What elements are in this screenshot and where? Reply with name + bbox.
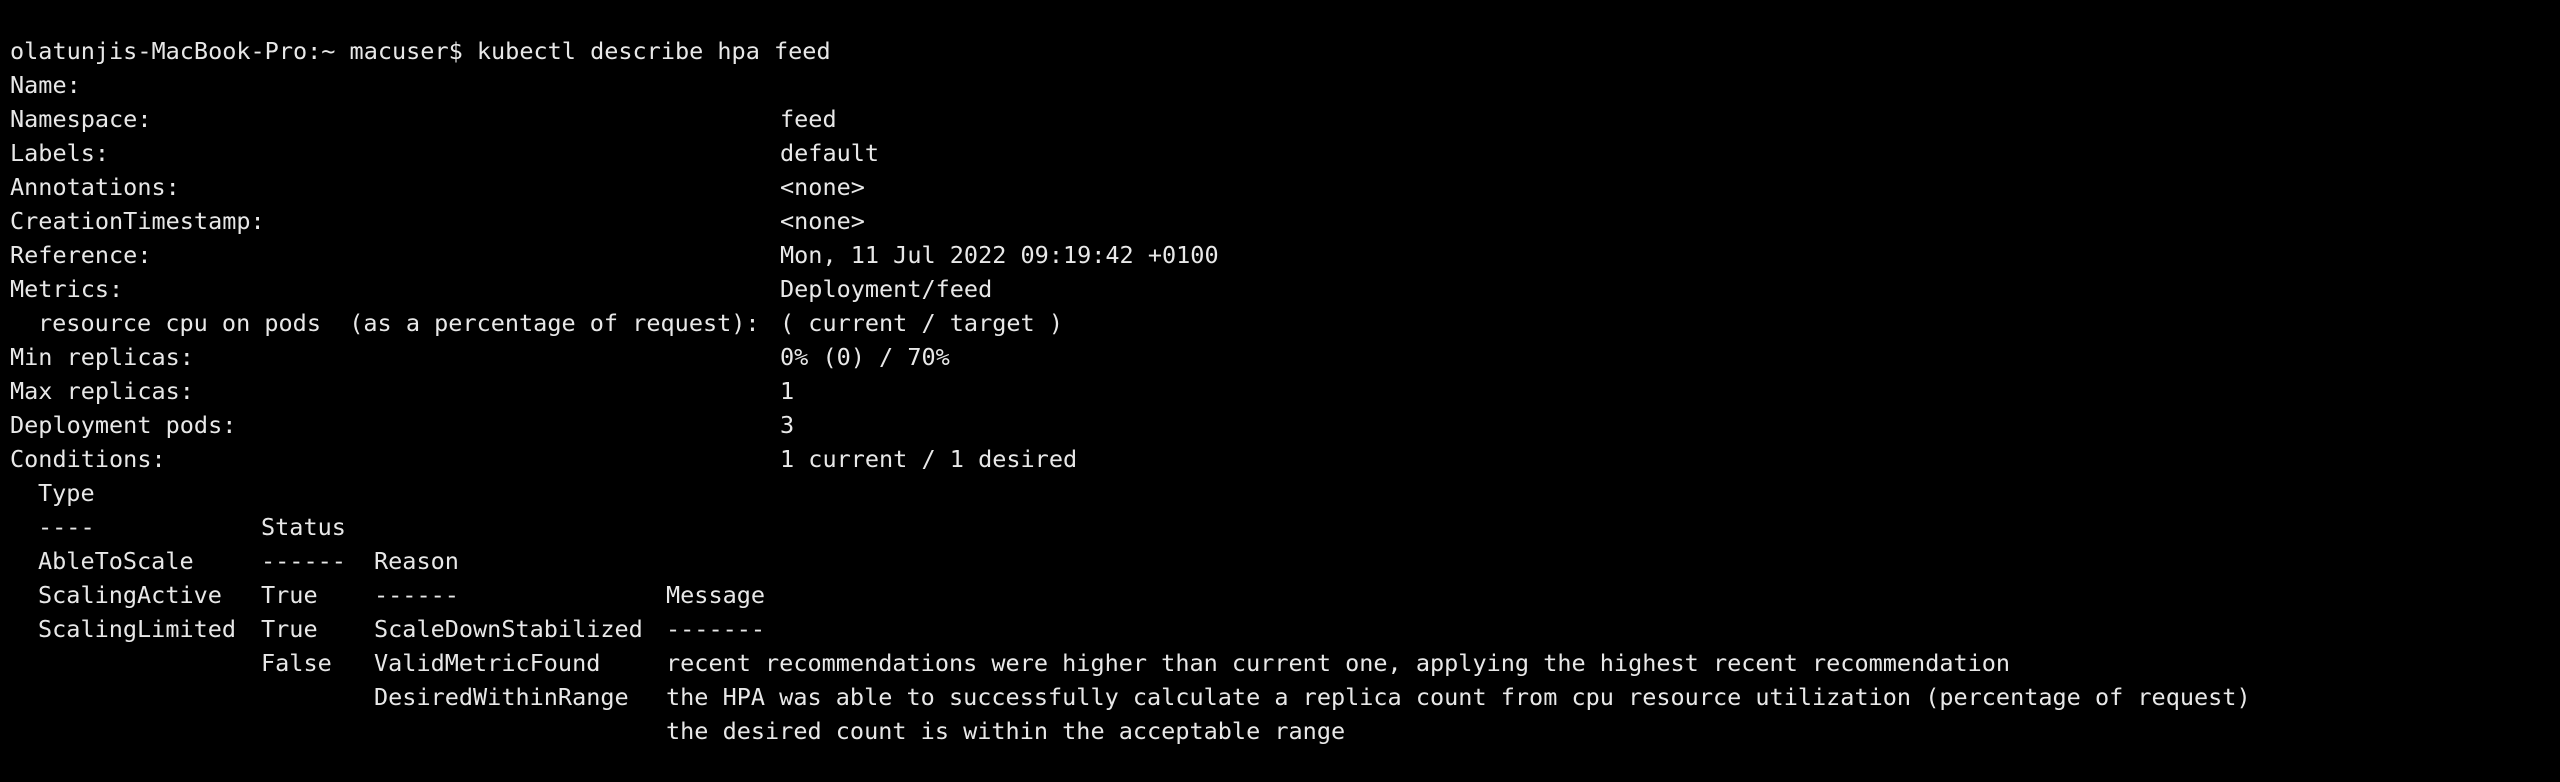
- field-row-metrics: Metrics: ( current / target ): [10, 238, 2550, 337]
- field-row-resource-cpu: resource cpu on pods (as a percentage of…: [10, 272, 2550, 371]
- condition-reason: ValidMetricFound: [374, 649, 601, 677]
- condition-row: ScalingActive True ValidMetricFound the …: [10, 544, 2550, 711]
- condition-status: True: [261, 615, 318, 643]
- condition-reason: DesiredWithinRange: [374, 683, 629, 711]
- field-row-namespace: Namespace: default: [10, 68, 2550, 167]
- field-row-creation-timestamp: CreationTimestamp: Mon, 11 Jul 2022 09:1…: [10, 170, 2550, 269]
- condition-message: the desired count is within the acceptab…: [666, 717, 1346, 745]
- condition-row: ScalingLimited False DesiredWithinRange …: [10, 578, 2550, 745]
- condition-row: AbleToScale True ScaleDownStabilized rec…: [10, 510, 2550, 677]
- condition-type: ScalingLimited: [38, 615, 237, 643]
- separator: -------: [666, 615, 766, 643]
- field-row-annotations: Annotations: <none>: [10, 136, 2550, 235]
- conditions-header-row: Type Status Reason Message: [10, 442, 2550, 609]
- field-row-min-replicas: Min replicas: 1: [10, 306, 2550, 405]
- field-row-labels: Labels: <none>: [10, 102, 2550, 201]
- condition-message: recent recommendations were higher than …: [666, 649, 2011, 677]
- condition-reason: ScaleDownStabilized: [374, 615, 643, 643]
- condition-status: False: [261, 649, 332, 677]
- field-row-reference: Reference: Deployment/feed: [10, 204, 2550, 303]
- field-row-deployment-pods: Deployment pods: 1 current / 1 desired: [10, 374, 2550, 473]
- field-row-conditions: Conditions:: [10, 408, 2550, 473]
- conditions-separator-row: ---- ------ ------ -------: [10, 476, 2550, 643]
- field-row-max-replicas: Max replicas: 3: [10, 340, 2550, 439]
- terminal-window[interactable]: olatunjis-MacBook-Pro:~ macuser$ kubectl…: [0, 0, 2560, 745]
- field-row-name: Name: feed: [10, 34, 2550, 133]
- condition-message: the HPA was able to successfully calcula…: [666, 683, 2251, 711]
- command-prompt-line: olatunjis-MacBook-Pro:~ macuser$ kubectl…: [10, 0, 2550, 65]
